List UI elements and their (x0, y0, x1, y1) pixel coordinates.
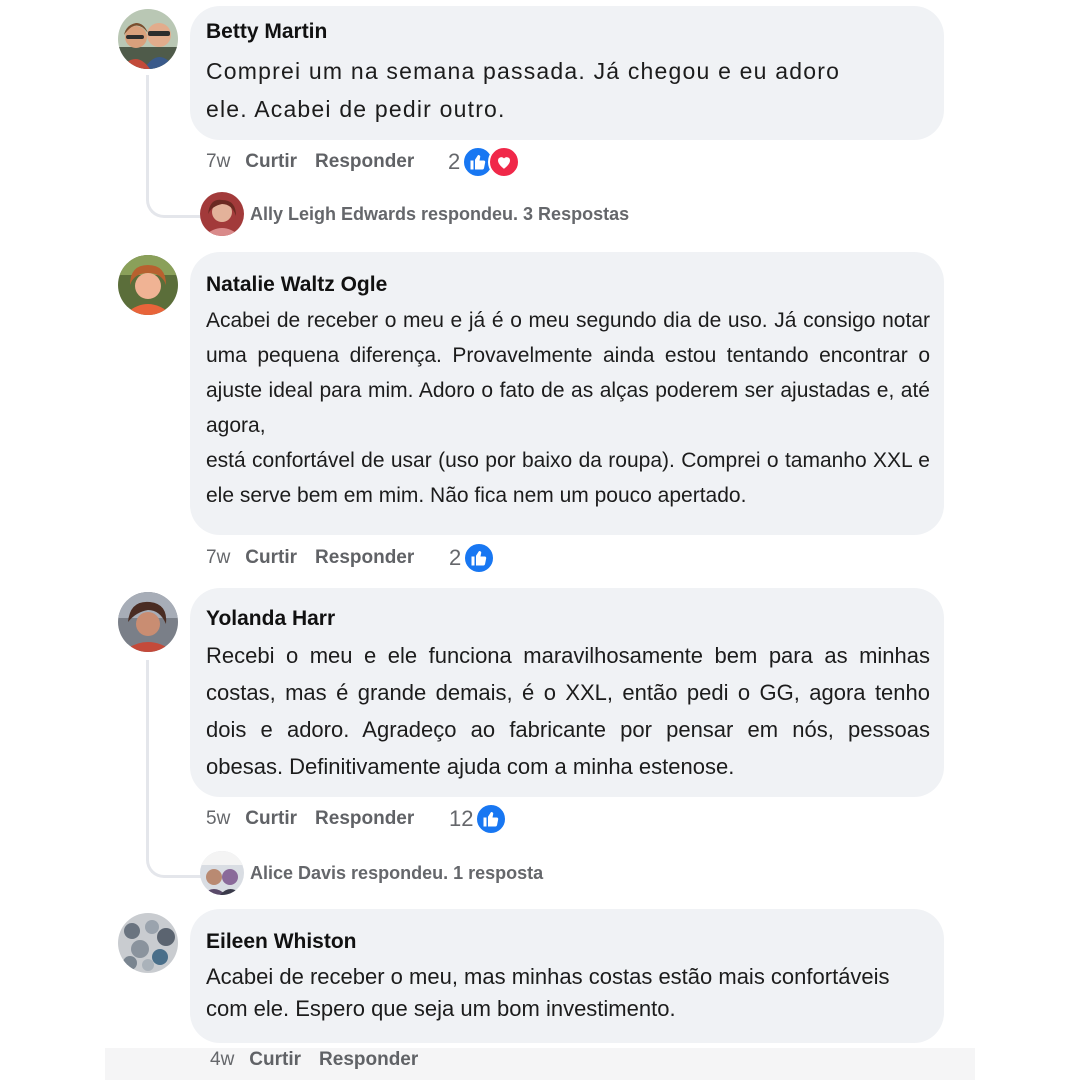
comment-author[interactable]: Yolanda Harr (206, 607, 930, 631)
love-icon (488, 146, 521, 178)
comment-timestamp[interactable]: 5w (206, 808, 230, 830)
like-icon (463, 542, 496, 574)
comment-actions: 5w Curtir Responder (206, 804, 432, 834)
comments-feed: Betty Martin Comprei um na semana passad… (0, 0, 1080, 1080)
reply-button[interactable]: Responder (315, 808, 414, 830)
reaction-count: 2 (449, 545, 462, 570)
like-icon (475, 803, 508, 835)
comment-author[interactable]: Betty Martin (206, 20, 930, 44)
comment-bubble: Eileen Whiston Acabei de receber o meu, … (190, 909, 944, 1043)
view-replies-link[interactable]: Ally Leigh Edwards respondeu. 3 Resposta… (200, 192, 629, 236)
comment-timestamp[interactable]: 7w (206, 151, 230, 173)
avatar-eileen-whiston[interactable] (118, 913, 178, 973)
comment-bubble: Yolanda Harr Recebi o meu e ele funciona… (190, 588, 944, 797)
comment-text: Acabei de receber o meu, mas minhas cost… (206, 964, 890, 1021)
reaction-count: 2 (448, 149, 461, 174)
comment-actions: 7w Curtir Responder (206, 147, 432, 177)
comment-timestamp[interactable]: 4w (210, 1049, 234, 1071)
like-button[interactable]: Curtir (245, 151, 297, 173)
comment-text: Recebi o meu e ele funciona maravilhosam… (206, 643, 930, 779)
avatar-ally-leigh-edwards (200, 192, 244, 236)
replies-summary: Alice Davis respondeu. 1 resposta (250, 862, 544, 883)
like-button[interactable]: Curtir (245, 808, 297, 830)
reaction-summary[interactable]: 2 (448, 146, 521, 178)
like-button[interactable]: Curtir (245, 547, 297, 569)
replies-summary: Ally Leigh Edwards respondeu. 3 Resposta… (250, 203, 630, 224)
comment-timestamp[interactable]: 7w (206, 547, 230, 569)
comment-text: Acabei de receber o meu e já é o meu seg… (206, 309, 930, 507)
comment-bubble: Betty Martin Comprei um na semana passad… (190, 6, 944, 140)
reply-button[interactable]: Responder (315, 547, 414, 569)
reaction-summary[interactable]: 2 (449, 542, 496, 574)
avatar-yolanda-harr[interactable] (118, 592, 178, 652)
comment-bubble: Natalie Waltz Ogle Acabei de receber o m… (190, 252, 944, 535)
comment-author[interactable]: Natalie Waltz Ogle (206, 273, 930, 297)
reaction-count: 12 (449, 806, 474, 831)
avatar-betty-martin[interactable] (118, 9, 178, 69)
like-button[interactable]: Curtir (249, 1049, 301, 1071)
view-replies-link[interactable]: Alice Davis respondeu. 1 resposta (200, 851, 543, 895)
comment-actions: 7w Curtir Responder (206, 543, 432, 573)
comment-text: Comprei um na semana passada. Já chegou … (206, 58, 841, 122)
reply-button[interactable]: Responder (315, 151, 414, 173)
reaction-summary[interactable]: 12 (449, 803, 508, 835)
comment-author[interactable]: Eileen Whiston (206, 930, 930, 954)
avatar-natalie-waltz-ogle[interactable] (118, 255, 178, 315)
avatar-alice-davis (200, 851, 244, 895)
comment-actions: 4w Curtir Responder (210, 1045, 436, 1075)
reply-button[interactable]: Responder (319, 1049, 418, 1071)
